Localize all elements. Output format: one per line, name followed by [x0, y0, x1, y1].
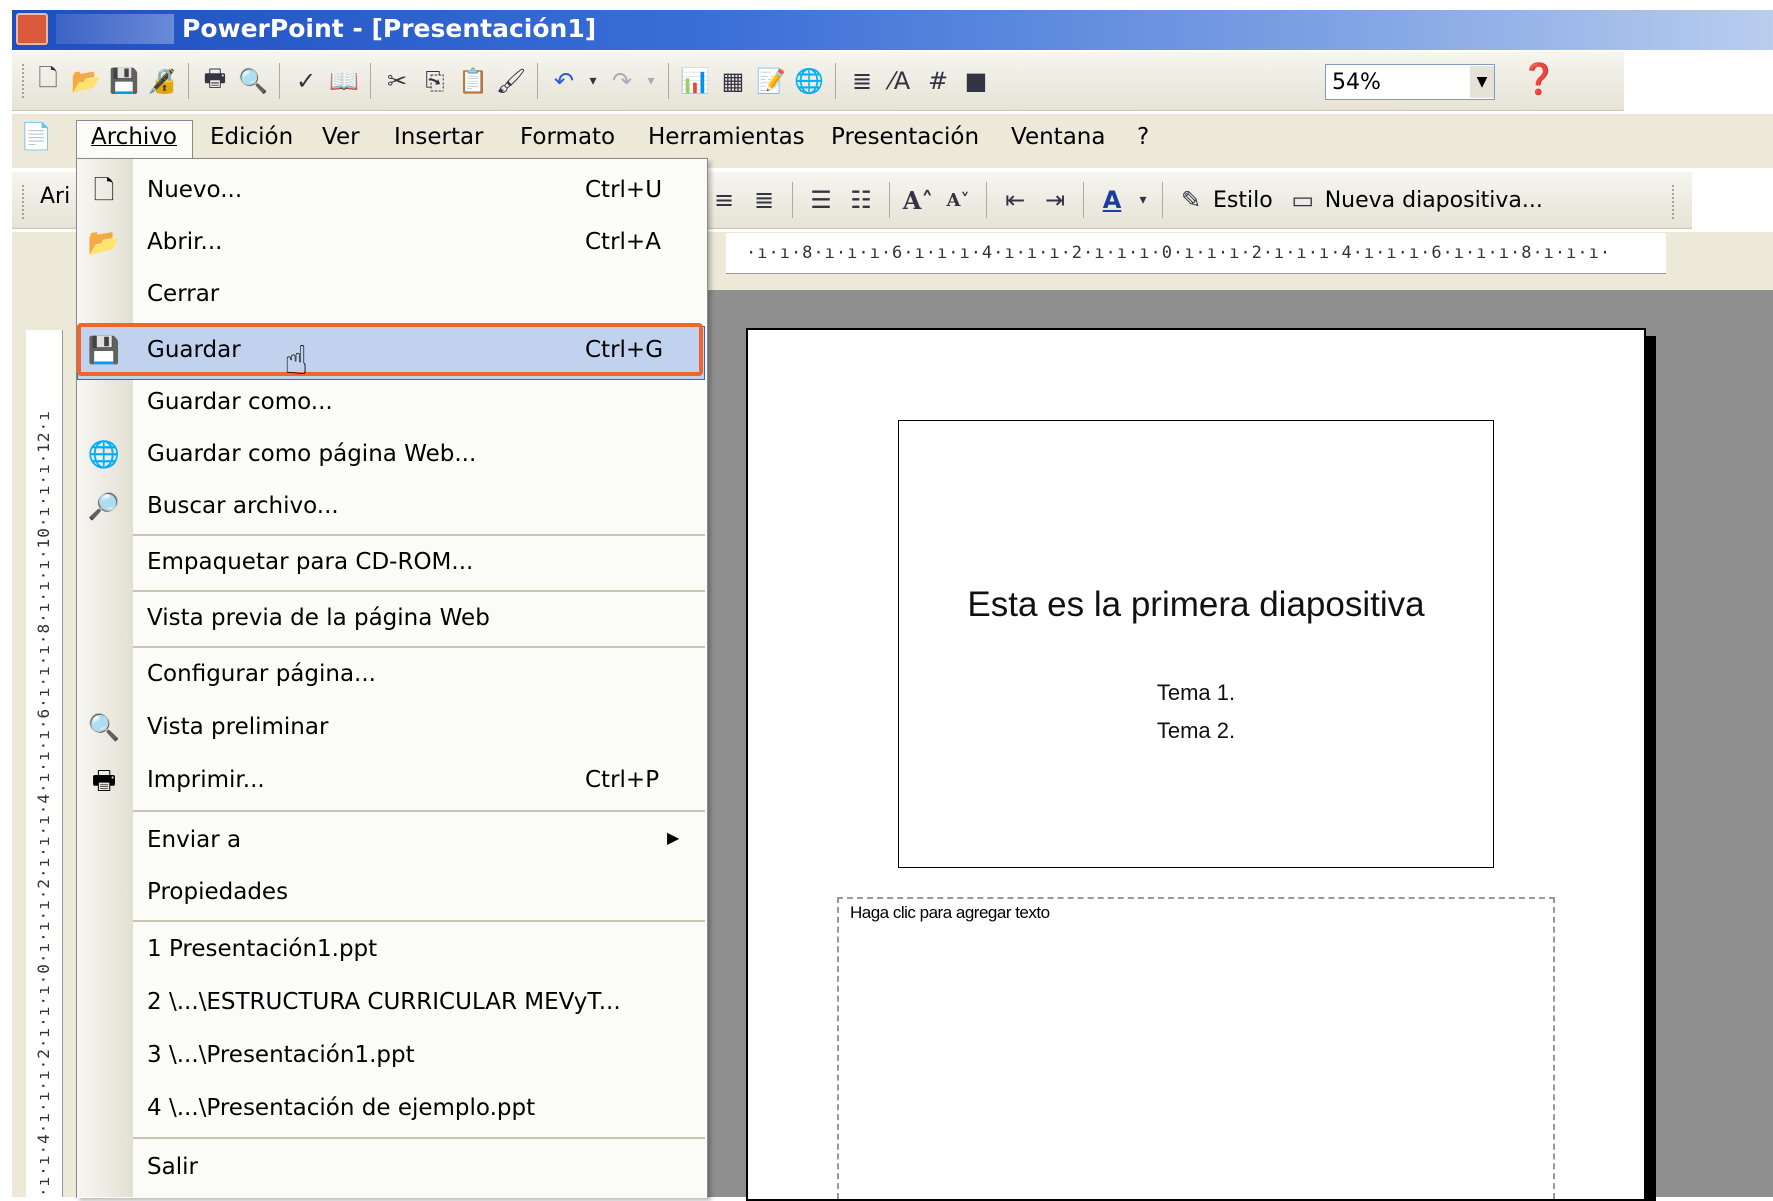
tables-borders-icon[interactable]: 📝: [753, 61, 789, 101]
menu-separator: [133, 646, 705, 648]
menu-presentacion[interactable]: Presentación: [831, 124, 979, 150]
guardar-highlight-frame: [77, 323, 703, 376]
menu-item-guardar-como[interactable]: Guardar como...: [77, 380, 705, 426]
toolbar-grip[interactable]: [22, 64, 28, 98]
notes-placeholder-box[interactable]: [837, 897, 1555, 1199]
menu-item-guardar-web[interactable]: 🌐 Guardar como página Web...: [77, 432, 705, 478]
menu-item-recent-4[interactable]: 4 \...\Presentación de ejemplo.ppt: [77, 1086, 705, 1132]
style-button[interactable]: Estilo: [1213, 188, 1273, 213]
font-color-icon[interactable]: A: [1094, 180, 1130, 220]
insert-table-icon[interactable]: ▦: [715, 61, 751, 101]
slide-bullet-1: Tema 1.: [1156, 680, 1236, 705]
slide-thumbnail[interactable]: [898, 420, 1494, 868]
color-grayscale-icon[interactable]: ■: [958, 61, 994, 101]
menu-herramientas[interactable]: Herramientas: [648, 124, 805, 150]
redo-icon[interactable]: ↷: [604, 61, 640, 101]
slide-title: Esta es la primera diapositiva: [967, 585, 1425, 624]
undo-icon[interactable]: ↶: [546, 61, 582, 101]
menu-item-nuevo[interactable]: 🗋 Nuevo... Ctrl+U: [77, 168, 705, 214]
print-preview-icon[interactable]: 🔍: [235, 61, 271, 101]
toolbar-chevron[interactable]: [1672, 185, 1678, 219]
menu-item-propiedades[interactable]: Propiedades: [77, 870, 705, 916]
menu-item-vista-preliminar[interactable]: 🔍 Vista preliminar: [77, 705, 705, 751]
slide-bullet-2: Tema 2.: [1156, 718, 1236, 743]
new-document-icon: 🗋: [93, 176, 115, 206]
numbering-icon[interactable]: ☰: [803, 180, 839, 220]
align-right-icon[interactable]: ≣: [746, 180, 782, 220]
align-center-icon[interactable]: ≡: [706, 180, 742, 220]
paste-icon[interactable]: 📋: [455, 61, 491, 101]
menu-insertar[interactable]: Insertar: [394, 124, 484, 150]
increase-indent-icon[interactable]: ⇥: [1037, 180, 1073, 220]
menu-separator: [133, 534, 705, 536]
save-icon[interactable]: 💾: [106, 61, 142, 101]
menu-help[interactable]: ?: [1137, 124, 1149, 150]
show-formatting-icon[interactable]: ⁄A: [882, 61, 918, 101]
expand-all-icon[interactable]: ≣: [844, 61, 880, 101]
menu-separator: [133, 920, 705, 922]
insert-chart-icon[interactable]: 📊: [677, 61, 713, 101]
menu-separator: [133, 590, 705, 592]
decrease-indent-icon[interactable]: ⇤: [997, 180, 1033, 220]
open-folder-icon: 📂: [87, 228, 121, 258]
copy-icon[interactable]: ⎘: [417, 61, 453, 101]
font-name-field[interactable]: Ari: [40, 184, 70, 209]
hand-cursor-icon: ☝: [284, 338, 309, 384]
menu-item-configurar-pagina[interactable]: Configurar página...: [77, 652, 705, 698]
menu-item-salir[interactable]: Salir: [77, 1145, 705, 1191]
save-web-icon: 🌐: [87, 440, 121, 470]
menu-item-recent-2[interactable]: 2 \...\ESTRUCTURA CURRICULAR MEVyT...: [77, 980, 705, 1026]
decrease-font-icon[interactable]: A˅: [940, 180, 976, 220]
print-preview-icon: 🔍: [87, 713, 121, 743]
menu-item-enviar-a[interactable]: Enviar a ▶: [77, 818, 705, 864]
spelling-icon[interactable]: ✓: [288, 61, 324, 101]
zoom-dropdown-icon[interactable]: ▼: [1470, 66, 1494, 98]
menu-item-imprimir[interactable]: 🖶 Imprimir... Ctrl+P: [77, 758, 705, 804]
insert-hyperlink-icon[interactable]: 🌐: [791, 61, 827, 101]
redo-dropdown-icon[interactable]: ▾: [642, 61, 660, 101]
increase-font-icon[interactable]: A˄: [900, 180, 936, 220]
submenu-arrow-icon: ▶: [667, 828, 680, 847]
open-icon[interactable]: 📂: [68, 61, 104, 101]
menu-item-vista-previa-web[interactable]: Vista previa de la página Web: [77, 596, 705, 642]
research-icon[interactable]: 📖: [326, 61, 362, 101]
menu-separator: [133, 1137, 705, 1139]
menu-item-empaquetar[interactable]: Empaquetar para CD-ROM...: [77, 540, 705, 586]
toolbar-grip-2[interactable]: [22, 185, 28, 219]
search-file-icon: 🔎: [87, 492, 121, 522]
new-slide-icon[interactable]: ▭: [1285, 180, 1321, 220]
horizontal-ruler: ·ı·ı·8·ı·ı·ı·6·ı·ı·ı·4·ı·ı·ı·2·ı·ı·ı·0·ı…: [726, 233, 1666, 274]
menu-ventana[interactable]: Ventana: [1011, 124, 1105, 150]
new-icon[interactable]: 🗋: [30, 61, 66, 101]
bullets-icon[interactable]: ☷: [843, 180, 879, 220]
menu-item-abrir[interactable]: 📂 Abrir... Ctrl+A: [77, 220, 705, 266]
menu-formato[interactable]: Formato: [520, 124, 615, 150]
menu-ver[interactable]: Ver: [322, 124, 360, 150]
powerpoint-app-icon[interactable]: [16, 13, 48, 45]
cut-icon[interactable]: ✂: [379, 61, 415, 101]
menu-separator: [133, 810, 705, 812]
notes-placeholder-text: Haga clic para agregar texto: [850, 903, 1050, 922]
permission-icon[interactable]: 🔏: [144, 61, 180, 101]
menu-item-recent-3[interactable]: 3 \...\Presentación1.ppt: [77, 1033, 705, 1079]
vertical-ruler-marks: ·ı·ı·4·ı·ı·ı·2·ı·ı·ı·0·ı·ı·ı·2·ı·ı·ı·4·ı…: [34, 410, 53, 1197]
help-icon[interactable]: ❓: [1520, 62, 1557, 97]
show-grid-icon[interactable]: #: [920, 61, 956, 101]
style-icon[interactable]: ✎: [1173, 180, 1209, 220]
new-slide-button[interactable]: Nueva diapositiva...: [1325, 188, 1543, 213]
menu-archivo[interactable]: Archivo: [91, 124, 177, 150]
font-color-dropdown-icon[interactable]: ▾: [1134, 180, 1152, 220]
document-menu-icon[interactable]: 📄: [20, 122, 52, 152]
title-bar-blurred-area: [56, 14, 174, 44]
menu-item-recent-1[interactable]: 1 Presentación1.ppt: [77, 927, 705, 973]
print-icon[interactable]: 🖶: [197, 61, 233, 101]
print-icon: 🖶: [91, 766, 117, 796]
menu-item-cerrar[interactable]: Cerrar: [77, 272, 705, 318]
undo-dropdown-icon[interactable]: ▾: [584, 61, 602, 101]
menu-item-buscar-archivo[interactable]: 🔎 Buscar archivo...: [77, 484, 705, 530]
menu-edicion[interactable]: Edición: [210, 124, 293, 150]
window-title: PowerPoint - [Presentación1]: [182, 14, 597, 43]
format-painter-icon[interactable]: 🖌: [493, 61, 529, 101]
